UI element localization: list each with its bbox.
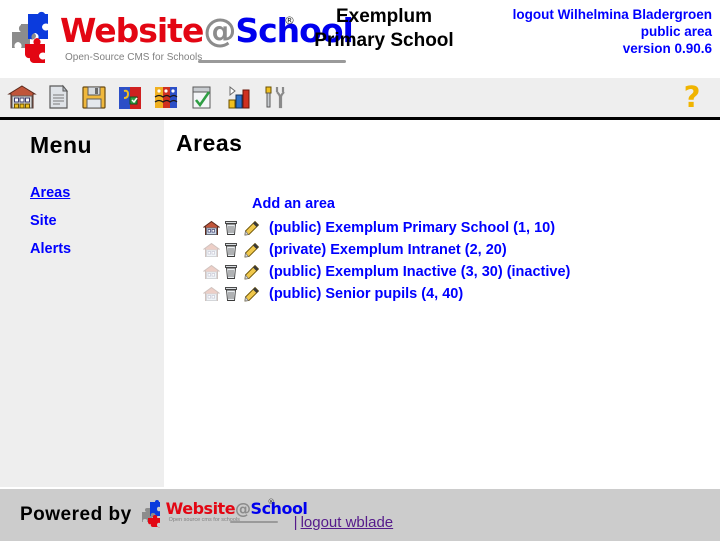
home-preview-icon [201,285,221,303]
area-link[interactable]: (public) Senior pupils (4, 40) [269,286,463,302]
footer-registered-trademark-symbol: ® [267,498,275,506]
home-preview-icon[interactable] [201,219,221,237]
tools-wrench-screwdriver-icon[interactable] [258,81,290,113]
logo-wordmark: Website@School ® Open-Source CMS for Sch… [60,11,354,68]
logout-user-link[interactable]: logout Wilhelmina Bladergroen [513,6,712,23]
main-content: Areas Add an area (public) Exemplum Prim… [164,120,720,487]
logo-word-website: Website [60,11,204,50]
add-area-link[interactable]: Add an area [252,196,335,212]
pencil-edit-icon[interactable] [241,263,261,281]
footer-logo-word-school: School [250,499,308,518]
sidebar: Menu Areas Site Alerts [0,120,164,487]
school-building-icon[interactable] [6,81,38,113]
pencil-edit-icon[interactable] [241,219,261,237]
table-row: (public) Exemplum Primary School (1, 10) [201,217,720,239]
area-link[interactable]: (public) Exemplum Inactive (3, 30) (inac… [269,264,570,280]
school-name-line2: Primary School [314,30,454,51]
school-name-title: Exemplum Primary School [300,5,468,53]
footer-logo-underline-rule [229,521,278,523]
school-name-line1: Exemplum [335,6,433,27]
logo-tagline: Open-Source CMS for Schools [65,52,203,63]
users-faces-icon[interactable] [150,81,182,113]
question-mark-help-icon[interactable]: ? [678,82,706,112]
main-toolbar: ? [0,78,720,120]
sidebar-title: Menu [30,132,93,158]
add-area-row: Add an area [252,195,720,213]
current-area-label: public area [640,24,712,39]
sidebar-item-site[interactable]: Site [30,213,164,229]
trash-delete-icon[interactable] [221,285,241,303]
sidebar-item-areas[interactable]: Areas [30,185,164,201]
home-preview-icon [201,263,221,281]
header-user-info: logout Wilhelmina Bladergroen public are… [513,6,712,57]
page-root: Website@School ® Open-Source CMS for Sch… [0,0,720,541]
trash-delete-icon[interactable] [221,241,241,259]
website-at-school-logo: Website@School ® Open-Source CMS for Sch… [8,6,354,70]
footer-website-at-school-logo: Website@School ® Open source cms for sch… [140,498,308,533]
registered-trademark-symbol: ® [284,14,295,27]
table-row: (public) Senior pupils (4, 40) [201,283,720,305]
trash-delete-icon[interactable] [221,219,241,237]
footer-logo-wordmark: Website@School [166,500,308,518]
help-label: ? [683,79,701,114]
sidebar-item-alerts[interactable]: Alerts [30,241,164,257]
table-row: (private) Exemplum Intranet (2, 20) [201,239,720,261]
logo-underline-rule [198,60,346,63]
footer-logo-word-website: Website [165,499,236,518]
puzzle-pieces-icon [8,10,60,66]
page-document-icon[interactable] [42,81,74,113]
version-label: version 0.90.6 [622,41,712,56]
page-header: Website@School ® Open-Source CMS for Sch… [0,0,720,78]
footer-logo-word-at: @ [235,499,251,518]
content-wrapper: Menu Areas Site Alerts Areas Add an area [0,120,720,487]
floppy-disk-icon[interactable] [78,81,110,113]
modules-puzzle-icon[interactable] [114,81,146,113]
pencil-edit-icon[interactable] [241,285,261,303]
toolbar-icon-group [6,81,290,113]
pencil-edit-icon[interactable] [241,241,261,259]
footer-logout-link[interactable]: logout wblade [301,514,394,531]
footer-puzzle-pieces-icon [140,500,166,533]
page-title: Areas [176,130,243,156]
area-link[interactable]: (private) Exemplum Intranet (2, 20) [269,242,507,258]
powered-by-label: Powered by [20,504,132,525]
area-link[interactable]: (public) Exemplum Primary School (1, 10) [269,220,555,236]
bar-chart-statistics-icon[interactable] [222,81,254,113]
home-preview-icon [201,241,221,259]
logo-word-at: @ [203,11,236,50]
table-row: (public) Exemplum Inactive (3, 30) (inac… [201,261,720,283]
page-footer: Powered by Website@School ® Open source … [0,487,720,541]
trash-delete-icon[interactable] [221,263,241,281]
checklist-clipboard-icon[interactable] [186,81,218,113]
